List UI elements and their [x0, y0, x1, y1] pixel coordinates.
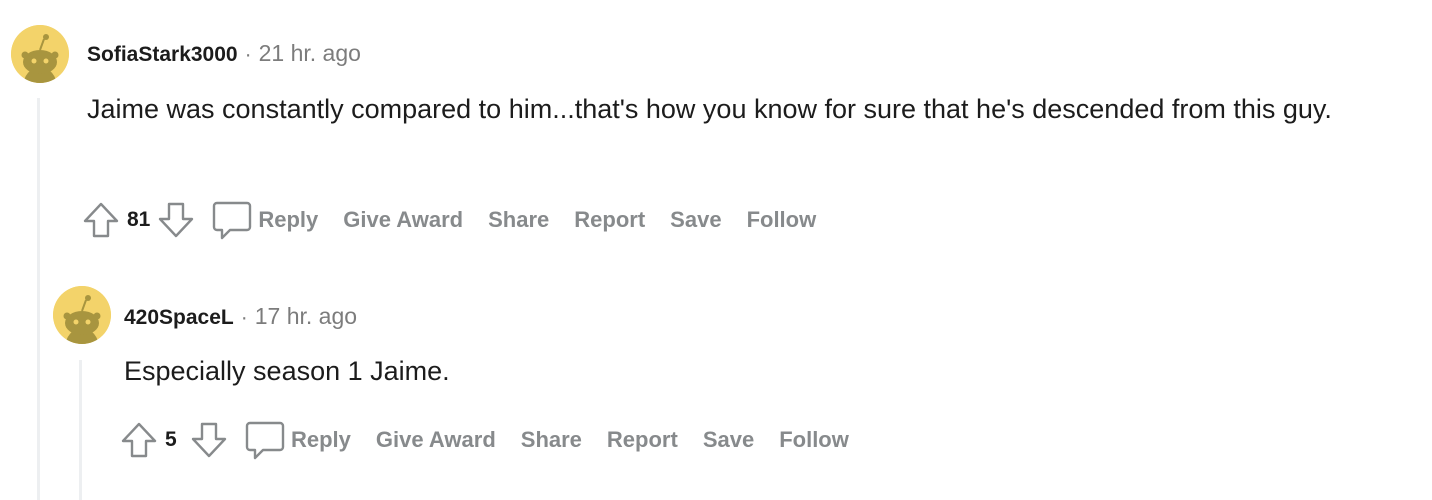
comment-body: Especially season 1 Jaime. [124, 356, 450, 386]
timestamp[interactable]: 17 hr. ago [255, 303, 357, 330]
thread-line-reply[interactable] [79, 360, 82, 500]
share-button[interactable]: Share [488, 207, 549, 233]
give-award-button[interactable]: Give Award [376, 427, 496, 453]
comment-bubble-icon[interactable] [243, 418, 287, 462]
comment-bubble-icon[interactable] [210, 198, 254, 242]
timestamp[interactable]: 21 hr. ago [259, 40, 361, 67]
report-button[interactable]: Report [607, 427, 678, 453]
give-award-button[interactable]: Give Award [343, 207, 463, 233]
save-button[interactable]: Save [703, 427, 754, 453]
vote-score: 5 [165, 428, 177, 451]
username[interactable]: SofiaStark3000 [87, 43, 238, 67]
avatar[interactable] [53, 286, 111, 344]
share-button[interactable]: Share [521, 427, 582, 453]
snoo-avatar-icon [53, 286, 111, 344]
username[interactable]: 420SpaceL [124, 306, 234, 330]
snoo-avatar-icon [11, 25, 69, 83]
separator-dot: · [244, 43, 252, 66]
upvote-arrow-icon[interactable] [119, 420, 159, 460]
reply-button[interactable]: Reply [258, 207, 318, 233]
comment-body: Jaime was constantly compared to him...t… [87, 94, 1332, 124]
comment-meta: 420SpaceL · 17 hr. ago [124, 303, 357, 330]
downvote-arrow-icon[interactable] [156, 200, 196, 240]
follow-button[interactable]: Follow [779, 427, 849, 453]
thread-line-top[interactable] [37, 98, 40, 500]
comment-actions: 81 Reply Give Award Share Report Save Fo… [81, 198, 841, 242]
follow-button[interactable]: Follow [747, 207, 817, 233]
comment-actions: 5 Reply Give Award Share Report Save Fol… [119, 418, 874, 462]
separator-dot: · [240, 306, 248, 329]
comment-meta: SofiaStark3000 · 21 hr. ago [87, 40, 361, 67]
vote-score: 81 [127, 208, 151, 231]
upvote-arrow-icon[interactable] [81, 200, 121, 240]
save-button[interactable]: Save [670, 207, 721, 233]
avatar[interactable] [11, 25, 69, 83]
report-button[interactable]: Report [574, 207, 645, 233]
reply-button[interactable]: Reply [291, 427, 351, 453]
downvote-arrow-icon[interactable] [189, 420, 229, 460]
